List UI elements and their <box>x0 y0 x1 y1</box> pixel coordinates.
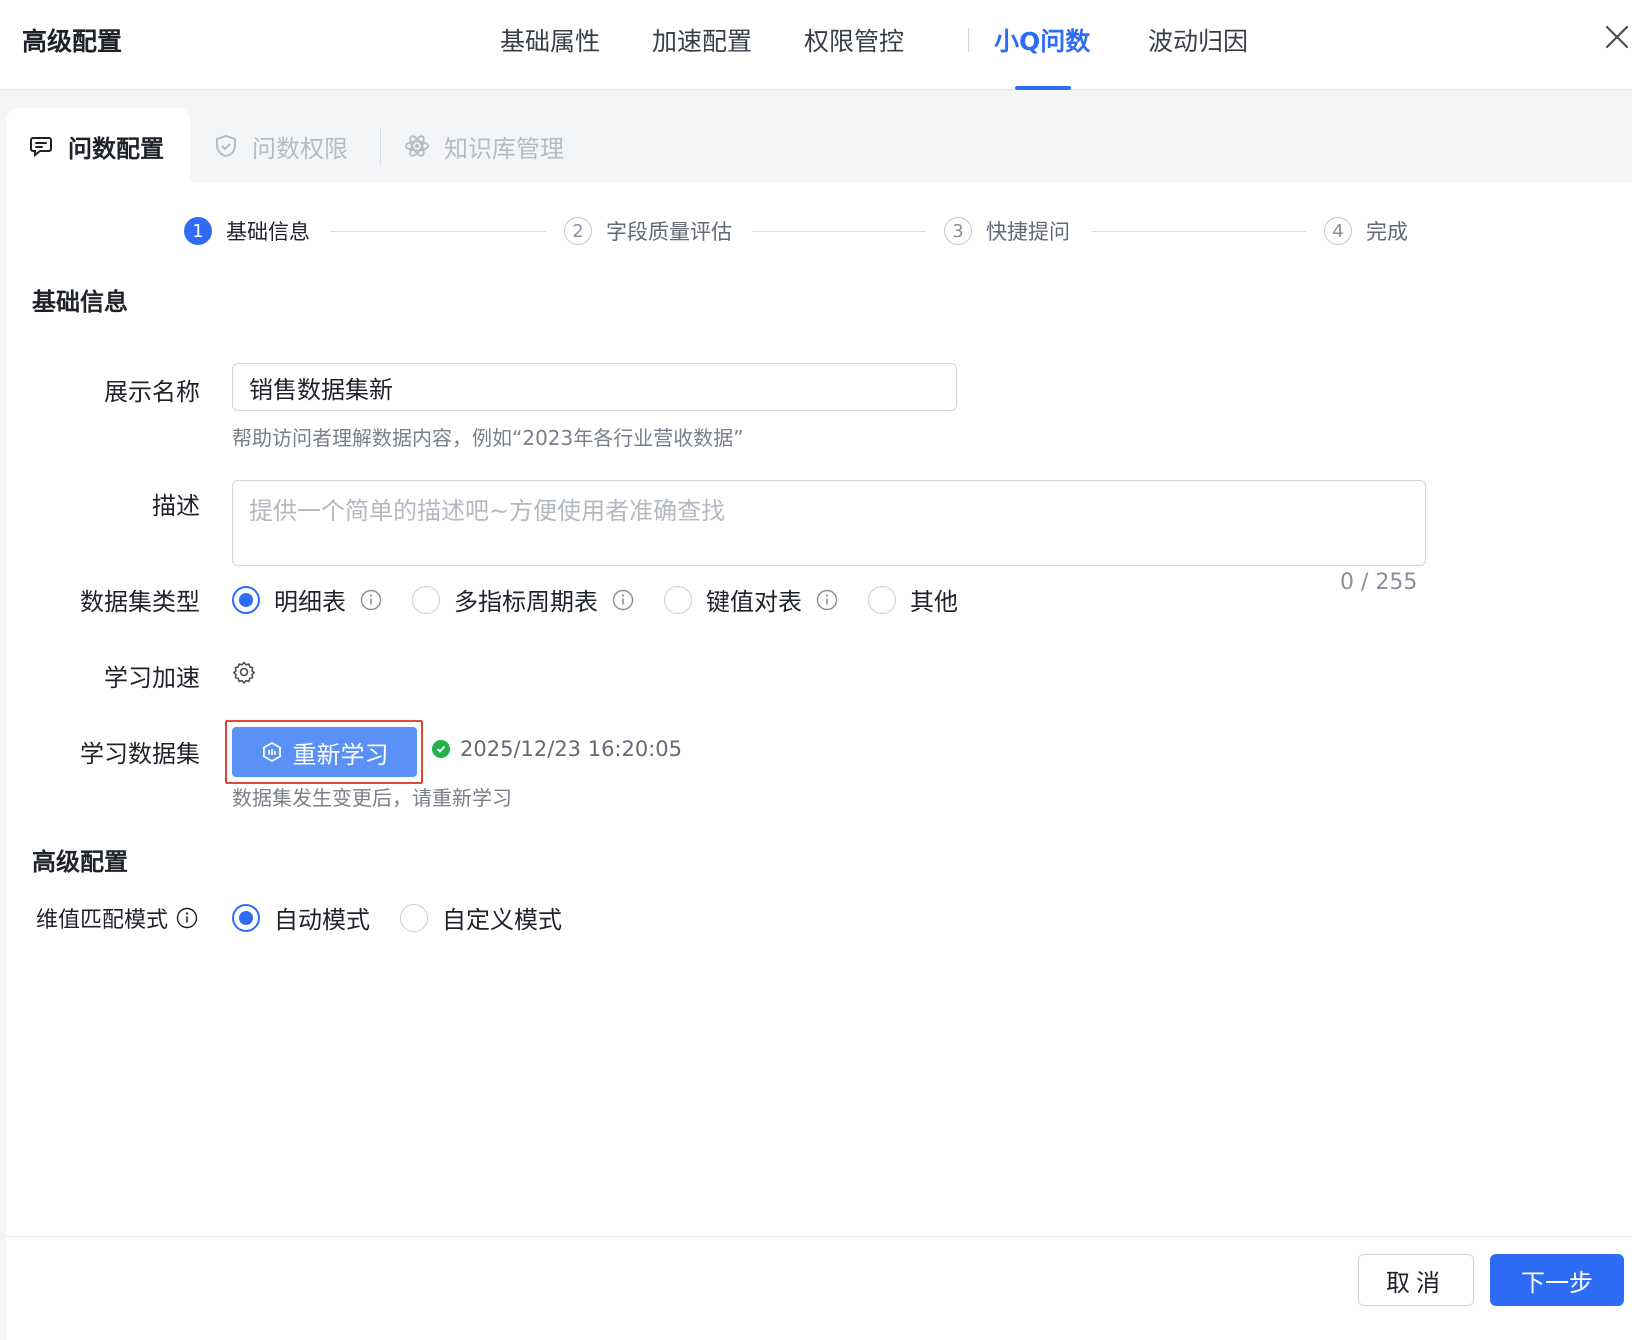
info-icon[interactable] <box>360 589 382 611</box>
step-number: 4 <box>1324 217 1352 245</box>
tab-xiaoq-query[interactable]: 小Q问数 <box>994 22 1090 58</box>
radio-key-value-table[interactable]: 键值对表 <box>664 582 838 617</box>
close-icon[interactable] <box>1604 24 1632 54</box>
relearn-button-label: 重新学习 <box>292 740 389 769</box>
description-label: 描述 <box>152 492 200 520</box>
radio-label: 明细表 <box>274 588 346 616</box>
step-number: 3 <box>944 217 972 245</box>
radio-button-checked[interactable] <box>232 903 260 932</box>
subtab-query-config[interactable]: 问数配置 <box>6 108 190 184</box>
step-connector <box>752 231 926 232</box>
relearn-hint: 数据集发生变更后，请重新学习 <box>232 786 512 810</box>
subtab-query-permission[interactable]: 问数权限 <box>214 128 348 164</box>
tab-divider <box>968 28 969 52</box>
subtab-label: 知识库管理 <box>444 134 564 163</box>
radio-label: 自动模式 <box>274 906 370 934</box>
step-connector <box>1092 231 1306 232</box>
section-title-basic: 基础信息 <box>32 288 128 316</box>
step-label: 基础信息 <box>226 220 310 244</box>
config-panel: 1 基础信息 2 字段质量评估 3 快捷提问 4 完成 基础信息 展示名称 帮助… <box>6 182 1632 1236</box>
shield-icon <box>214 134 238 158</box>
radio-custom-mode[interactable]: 自定义模式 <box>400 900 562 935</box>
radio-button[interactable] <box>400 903 428 932</box>
step-label: 字段质量评估 <box>606 220 732 244</box>
tab-basic-attributes[interactable]: 基础属性 <box>500 22 600 58</box>
radio-button[interactable] <box>412 585 440 614</box>
step-label: 快捷提问 <box>986 220 1070 244</box>
step-connector <box>330 231 546 232</box>
info-icon[interactable] <box>176 907 198 929</box>
top-header: 高级配置 基础属性 加速配置 权限管控 小Q问数 波动归因 <box>0 0 1632 90</box>
radio-label: 多指标周期表 <box>454 588 598 616</box>
info-icon[interactable] <box>816 589 838 611</box>
radio-label: 其他 <box>910 588 958 616</box>
step-basic-info[interactable]: 1 基础信息 <box>184 216 310 246</box>
learn-status: 2025/12/23 16:20:05 <box>432 737 682 761</box>
description-textarea[interactable] <box>232 480 1426 566</box>
radio-label: 键值对表 <box>706 588 802 616</box>
tab-fluctuation-attribution[interactable]: 波动归因 <box>1148 22 1248 58</box>
radio-button[interactable] <box>664 585 692 614</box>
check-icon <box>432 740 450 758</box>
match-mode-label: 维值匹配模式 <box>36 908 169 933</box>
subtab-label: 问数权限 <box>252 134 348 163</box>
step-label: 完成 <box>1366 220 1408 244</box>
learn-timestamp: 2025/12/23 16:20:05 <box>460 737 683 761</box>
chat-icon <box>28 133 54 159</box>
dataset-type-label: 数据集类型 <box>80 588 200 616</box>
radio-other[interactable]: 其他 <box>868 582 958 617</box>
cancel-button[interactable]: 取消 <box>1358 1254 1474 1306</box>
relearn-button[interactable]: 重新学习 <box>232 727 417 777</box>
display-name-label: 展示名称 <box>104 378 200 406</box>
radio-auto-mode[interactable]: 自动模式 <box>232 900 370 935</box>
step-quick-questions[interactable]: 3 快捷提问 <box>944 216 1070 246</box>
subtab-knowledge-base[interactable]: 知识库管理 <box>404 128 564 164</box>
subtab-divider <box>380 128 381 164</box>
step-complete[interactable]: 4 完成 <box>1324 216 1408 246</box>
gear-icon[interactable] <box>232 660 256 684</box>
display-name-hint: 帮助访问者理解数据内容，例如“2023年各行业营收数据” <box>232 426 744 450</box>
radio-button-checked[interactable] <box>232 585 260 614</box>
tab-permission-control[interactable]: 权限管控 <box>804 22 904 58</box>
radio-multi-metric-period[interactable]: 多指标周期表 <box>412 582 634 617</box>
tab-acceleration-config[interactable]: 加速配置 <box>652 22 752 58</box>
match-mode-label-group: 维值匹配模式 <box>36 902 198 934</box>
dataset-type-radio-group: 明细表 多指标周期表 键值对表 其他 <box>232 582 958 617</box>
display-name-input[interactable] <box>232 363 957 411</box>
subtab-bar: 问数配置 问数权限 知识库管理 <box>0 108 1632 184</box>
step-number: 1 <box>184 217 212 245</box>
step-number: 2 <box>564 217 592 245</box>
atom-icon <box>404 133 430 159</box>
active-tab-indicator <box>1015 86 1071 90</box>
footer-bar: 取消 下一步 <box>6 1236 1632 1340</box>
radio-button[interactable] <box>868 585 896 614</box>
next-step-button[interactable]: 下一步 <box>1490 1254 1624 1306</box>
step-field-quality[interactable]: 2 字段质量评估 <box>564 216 732 246</box>
match-mode-radio-group: 自动模式 自定义模式 <box>232 900 562 935</box>
radio-detail-table[interactable]: 明细表 <box>232 582 382 617</box>
radio-label: 自定义模式 <box>442 906 562 934</box>
description-char-counter: 0 / 255 <box>1340 570 1418 595</box>
learning-accel-label: 学习加速 <box>104 664 200 692</box>
subtab-label: 问数配置 <box>68 134 164 163</box>
page-title: 高级配置 <box>22 27 123 56</box>
learn-dataset-label: 学习数据集 <box>80 740 200 768</box>
section-title-advanced: 高级配置 <box>32 848 128 876</box>
info-icon[interactable] <box>612 589 634 611</box>
hexagon-icon <box>261 741 283 763</box>
